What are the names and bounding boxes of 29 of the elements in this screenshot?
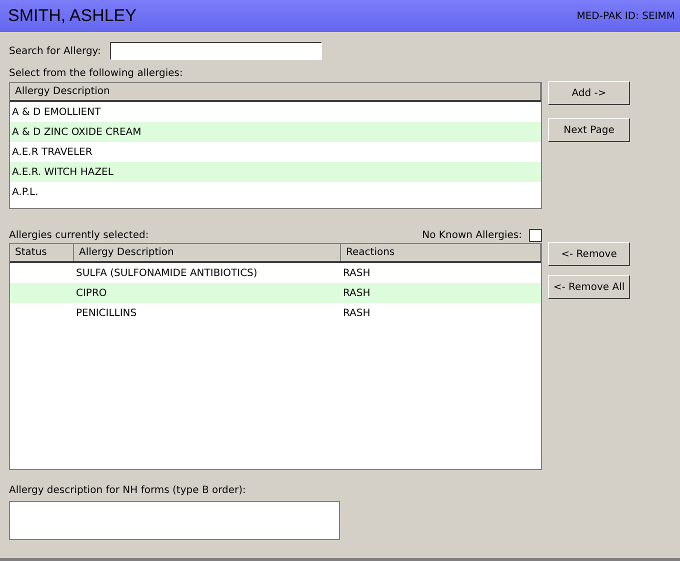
table-cell-text: PENICILLINS [75,308,138,318]
allergy-row[interactable]: A & D EMOLLIENT [10,102,541,122]
section-label: Allergies currently selected: [9,230,149,240]
search-label: Search for Allergy: [9,46,101,56]
table-cell-text: RASH [342,288,372,298]
table-cell-text: SULFA (SULFONAMIDE ANTIBIOTICS) [75,268,258,278]
nh-description-field[interactable] [9,501,340,540]
allergy-row[interactable]: A & D ZINC OXIDE CREAM [10,122,541,142]
table-cell-text: RASH [342,268,372,278]
checkbox[interactable] [529,228,542,242]
allergy-row[interactable]: A.P.L. [10,182,541,202]
action-button[interactable]: <- Remove [548,242,630,266]
field-label: Allergy description for NH forms (type B order): [9,485,247,498]
section-label: Select from the following allergies: [9,68,184,81]
allergy-row[interactable]: A.E.R. WITCH HAZEL [10,162,541,182]
column-header[interactable]: Allergy Description [10,83,541,100]
table-cell-text: CIPRO [75,288,108,298]
search-field[interactable] [110,42,322,60]
action-button[interactable]: <- Remove All [548,275,630,299]
med-pak-id: MED-PAK ID: SEIMM [576,10,675,22]
patient-name: SMITH, ASHLEY [8,6,136,26]
table-cell-text: RASH [342,308,372,318]
checkbox-label: No Known Allergies: [422,230,522,240]
column-header[interactable]: Allergy Description [74,244,341,261]
action-button[interactable]: Add -> [548,81,630,105]
column-header[interactable]: Reactions [341,244,541,261]
allergy-row[interactable]: A.E.R TRAVELER [10,142,541,162]
action-button[interactable]: Next Page [548,118,630,142]
column-header[interactable]: Status [10,244,74,261]
